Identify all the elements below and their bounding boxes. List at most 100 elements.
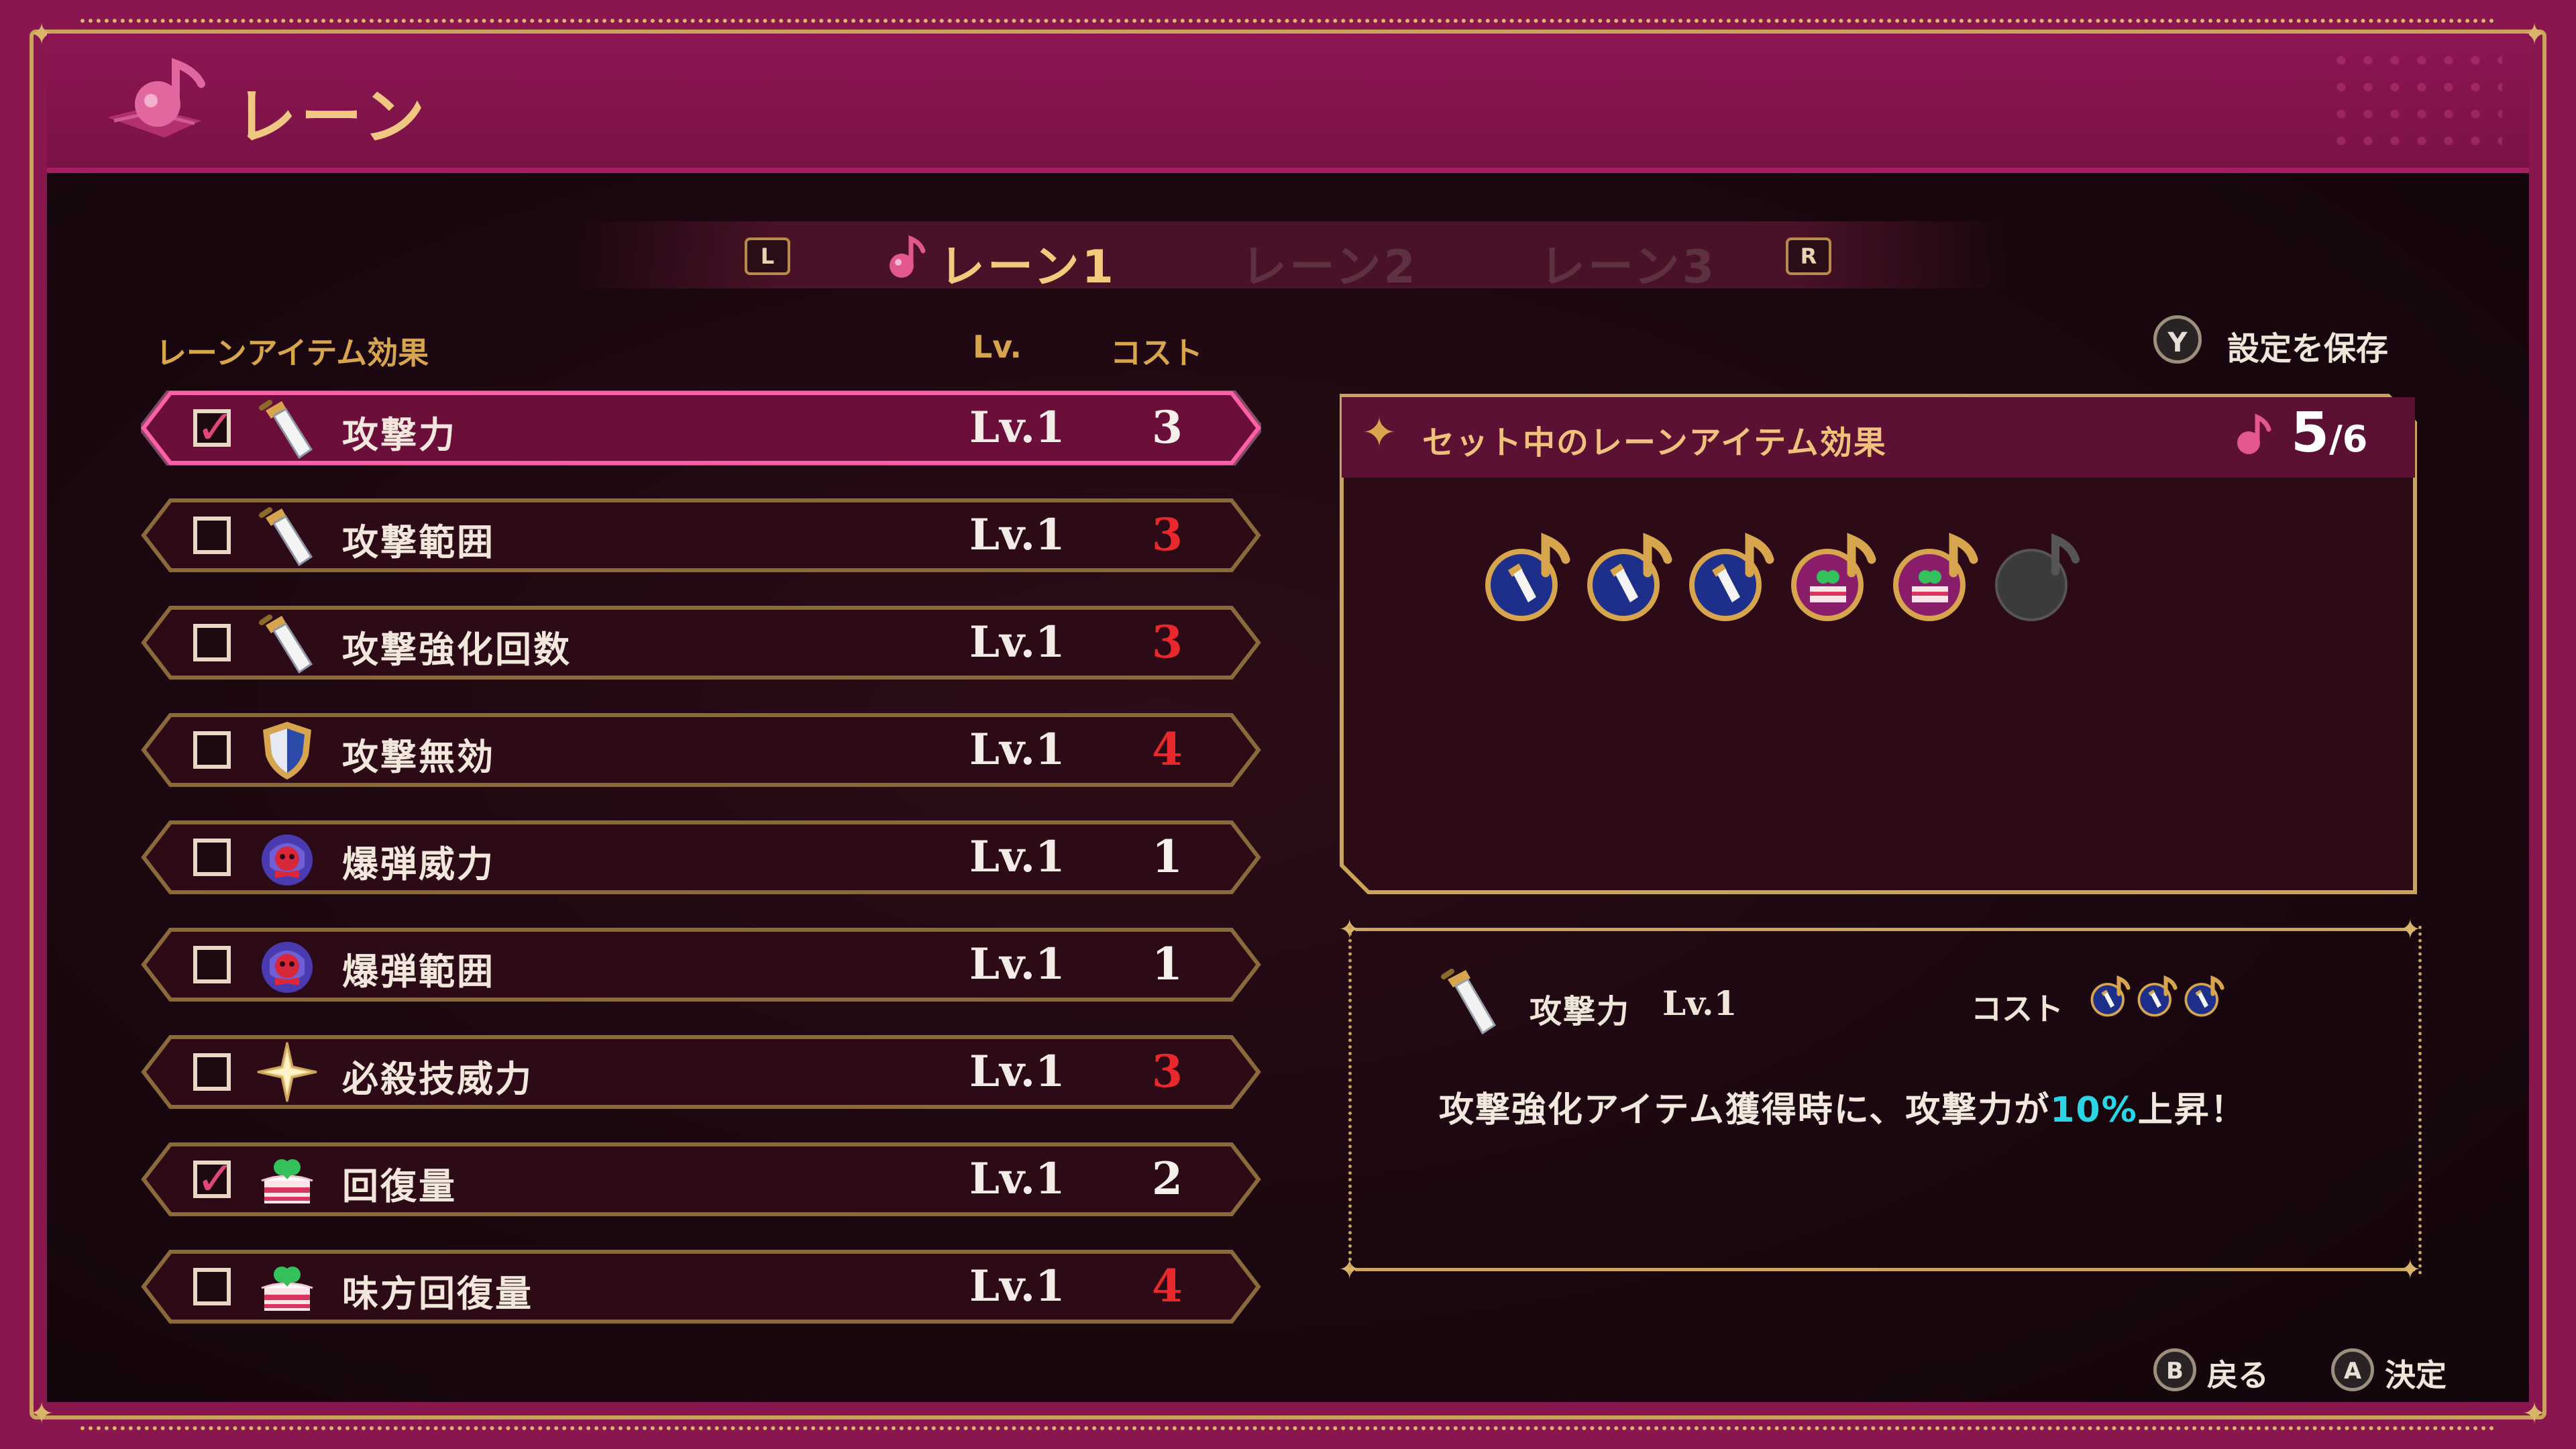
cost-sword-icon [2086,974,2133,1021]
l-shoulder-button[interactable]: L [745,237,790,275]
bomb-skull-icon [255,825,319,890]
effect-cost: 3 [1152,401,1183,453]
cake-icon [255,1147,319,1212]
corner-ornament-icon: ✦ [2522,1397,2547,1431]
effect-cost: 2 [1152,1152,1183,1205]
sword-slot-icon [1578,530,1678,631]
effect-label: 攻撃範囲 [342,521,495,564]
tab-lane-3[interactable]: レーン3 [1540,229,1717,296]
tab-lane-2[interactable]: レーン2 [1241,229,1418,296]
save-settings-label: 設定を保存 [2227,330,2389,368]
header-sparkle-pattern [2328,47,2502,154]
effect-label: 必殺技威力 [342,1058,533,1100]
effect-level: Lv.1 [969,510,1065,560]
sparkle-icon: ✦ [1362,408,1397,457]
effect-cost: 3 [1152,508,1183,561]
set-count-used: 5 [2291,401,2330,465]
frame-dots-bottom [80,1426,2496,1430]
cost-sword-icon [2133,974,2180,1021]
set-count-total: /6 [2329,418,2368,460]
effect-cost: 4 [1152,723,1183,775]
effect-row[interactable]: ✓ 回復量 Lv.1 2 [141,1142,1261,1217]
effect-row[interactable]: 攻撃範囲 Lv.1 3 [141,498,1261,573]
sword-icon [255,396,319,460]
effect-checkbox[interactable]: ✓ [193,1155,235,1202]
effect-level: Lv.1 [969,724,1065,775]
column-header-effect: レーンアイテム効果 [156,335,429,371]
effect-checkbox[interactable]: ✓ [193,404,235,451]
r-shoulder-button[interactable]: R [1786,237,1831,275]
music-note-book-icon [107,58,205,138]
set-count: 5/6 [2291,401,2367,465]
effect-checkbox[interactable] [193,1268,231,1305]
corner-ornament-icon: ✦ [29,1397,54,1431]
effect-cost: 3 [1152,1045,1183,1097]
frame-dots-top [80,19,2496,23]
sword-slot-icon [1680,530,1780,631]
effect-row[interactable]: ✓ 攻撃力 Lv.1 3 [141,390,1261,466]
desc-effect-lv: Lv.1 [1662,983,1737,1023]
desc-text-after: 上昇！ [2137,1090,2247,1130]
column-header-cost: コスト [1110,335,1203,371]
empty-slot-icon [1986,530,2086,631]
effect-cost: 1 [1152,830,1183,883]
tab-lane-1[interactable]: レーン1 [939,229,1116,296]
desc-effect-name: 攻撃力 [1529,993,1631,1030]
effect-row[interactable]: 爆弾範囲 Lv.1 1 [141,927,1261,1002]
cake-slot-icon [1884,530,1984,631]
y-button-icon: Y [2153,315,2202,364]
effect-label: 爆弾威力 [342,843,495,885]
lane-screen: ✦ ✦ ✦ ✦ レーン L レーン1 レーン2 レーン3 R レーンアイテム効果… [0,0,2576,1449]
desc-text-before: 攻撃強化アイテム獲得時に、攻撃力が [1439,1090,2051,1130]
a-button-icon: A [2331,1348,2374,1391]
desc-text: 攻撃強化アイテム獲得時に、攻撃力が10%上昇！ [1439,1081,2247,1132]
effect-row[interactable]: 攻撃強化回数 Lv.1 3 [141,605,1261,680]
effect-row[interactable]: 味方回復量 Lv.1 4 [141,1249,1261,1324]
effect-label: 回復量 [342,1165,457,1208]
sword-slot-icon [1476,530,1576,631]
effect-label: 攻撃力 [342,414,457,456]
sword-icon [255,503,319,568]
header-band: レーン [47,34,2529,173]
set-panel-title: セット中のレーンアイテム効果 [1422,424,1887,462]
effect-row[interactable]: 爆弾威力 Lv.1 1 [141,820,1261,895]
cake-icon [255,1254,319,1319]
cost-sword-icon [2180,974,2227,1021]
desc-cost-label: コスト [1971,991,2063,1027]
effect-cost: 4 [1152,1260,1183,1312]
effect-level: Lv.1 [969,939,1065,989]
star-icon [255,1040,319,1104]
effect-level: Lv.1 [969,1046,1065,1097]
effect-label: 爆弾範囲 [342,951,495,993]
effect-checkbox[interactable] [193,839,231,876]
effect-label: 攻撃無効 [342,736,495,778]
music-note-icon [890,235,926,278]
column-header-lv: Lv. [973,329,1022,365]
effect-checkbox[interactable] [193,517,231,554]
effect-level: Lv.1 [969,832,1065,882]
effect-label: 攻撃強化回数 [342,629,572,671]
check-icon: ✓ [196,1151,235,1206]
desc-text-highlight: 10% [2050,1090,2138,1130]
effect-level: Lv.1 [969,1261,1065,1311]
effect-level: Lv.1 [969,617,1065,667]
lane-tab-bar: L レーン1 レーン2 レーン3 R [570,221,2006,294]
bottom-button-bar: B 戻る A 決定 [2140,1342,2516,1402]
effect-level: Lv.1 [969,402,1065,453]
bomb-skull-icon [255,932,319,997]
b-button-icon: B [2153,1348,2196,1391]
sword-icon [1441,969,1497,1035]
effect-row[interactable]: 必殺技威力 Lv.1 3 [141,1034,1261,1110]
cake-slot-icon [1782,530,1882,631]
effect-row[interactable]: 攻撃無効 Lv.1 4 [141,712,1261,788]
effect-cost: 1 [1152,938,1183,990]
page-title: レーン [235,81,429,153]
effect-label: 味方回復量 [342,1273,533,1315]
effect-checkbox[interactable] [193,1053,231,1091]
check-icon: ✓ [196,400,235,455]
effect-checkbox[interactable] [193,946,231,983]
effect-checkbox[interactable] [193,624,231,661]
effect-checkbox[interactable] [193,731,231,769]
music-note-icon [2237,413,2271,454]
effect-cost: 3 [1152,616,1183,668]
